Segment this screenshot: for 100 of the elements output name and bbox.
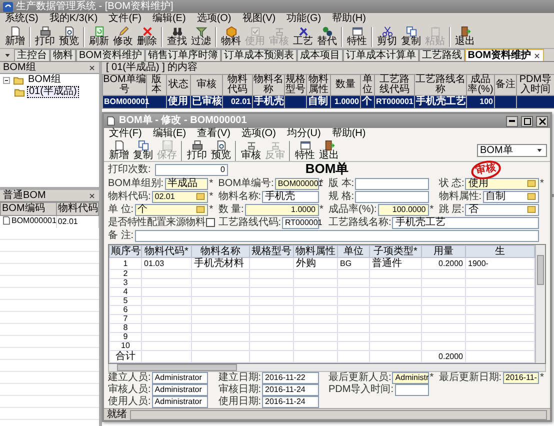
column-header[interactable]: 子项类型* xyxy=(370,246,422,258)
text-field[interactable]: 2016-11-24 xyxy=(262,384,318,396)
text-field[interactable]: Administr xyxy=(392,372,429,384)
toolbar-button[interactable]: 新增 xyxy=(107,140,131,161)
toolbar-button[interactable]: 预览 xyxy=(57,26,81,47)
column-header[interactable]: 状态 xyxy=(166,74,190,96)
text-field[interactable]: 2016-11-22 xyxy=(262,372,318,384)
text-field[interactable]: 手机壳工艺 xyxy=(392,216,539,228)
text-field[interactable] xyxy=(355,178,429,190)
column-header[interactable]: 审核 xyxy=(190,74,222,96)
menu-item[interactable]: 视图(V) xyxy=(241,13,277,25)
tab[interactable]: 物料 xyxy=(50,49,76,61)
menu-item[interactable]: 均分(U) xyxy=(286,128,322,140)
text-field[interactable]: 2016-11- xyxy=(502,372,539,384)
column-header[interactable]: 单位 xyxy=(360,74,374,96)
text-field[interactable] xyxy=(134,230,539,242)
menu-item[interactable]: 编辑(E) xyxy=(151,13,187,25)
maximize-button[interactable] xyxy=(521,116,533,126)
toolbar-button[interactable]: 替代 xyxy=(315,26,339,47)
toolbar-button[interactable]: 刷新 xyxy=(87,26,111,47)
toolbar-button[interactable]: 打印 xyxy=(33,26,57,47)
column-header[interactable]: 物料代码* xyxy=(142,246,192,258)
horizontal-scrollbar[interactable] xyxy=(108,364,546,372)
menu-item[interactable]: 我的K/3(K) xyxy=(48,13,99,25)
view-select[interactable]: BOM单 xyxy=(477,144,547,157)
toolbar-button[interactable]: 过滤 xyxy=(189,26,213,47)
number-field[interactable]: 100.0000 xyxy=(378,204,429,216)
column-header[interactable]: 物料属性 xyxy=(306,74,330,96)
toolbar-button[interactable]: 退出 xyxy=(317,140,341,161)
tab[interactable]: 主控台 xyxy=(14,49,50,61)
column-header[interactable]: 物料代码 xyxy=(222,74,252,96)
toolbar-button[interactable]: 新增 xyxy=(3,26,27,47)
menu-item[interactable]: 系统(S) xyxy=(4,13,40,25)
text-field[interactable]: Administrator xyxy=(152,384,208,396)
toolbar-button[interactable]: 剪切 xyxy=(375,26,399,47)
toolbar-button[interactable]: 退出 xyxy=(453,26,477,47)
column-header[interactable]: 规格型号 xyxy=(284,74,306,96)
tab[interactable]: 订单成本计算单 xyxy=(342,49,419,61)
tab[interactable]: BOM资料维护 xyxy=(464,49,544,61)
column-header[interactable]: 物料代码 xyxy=(56,202,98,215)
close-icon[interactable] xyxy=(88,64,96,72)
column-header[interactable]: 成品率(%) xyxy=(466,74,494,96)
column-header[interactable]: 物料属性 xyxy=(294,246,338,258)
text-field[interactable]: Administrator xyxy=(152,396,208,408)
toolbar-button[interactable]: 打印 xyxy=(185,140,209,161)
lookup-field[interactable]: 否 xyxy=(465,204,539,216)
text-field[interactable] xyxy=(355,190,429,202)
tab[interactable]: BOM资料维护 xyxy=(76,49,145,61)
toolbar-button[interactable]: 复制 xyxy=(131,140,155,161)
lookup-field[interactable]: 个 xyxy=(134,204,208,216)
column-header[interactable]: 数量 xyxy=(330,74,360,96)
column-header[interactable]: BOM单编号 xyxy=(102,74,146,96)
toolbar-button[interactable]: 预览 xyxy=(209,140,233,161)
toolbar-button[interactable]: 审核 xyxy=(239,140,263,161)
column-header[interactable]: 顺序号 xyxy=(110,246,142,258)
toolbar-button[interactable]: 特性 xyxy=(345,26,369,47)
menu-item[interactable]: 帮助(H) xyxy=(331,13,367,25)
tab[interactable]: 销售订单序时簿 xyxy=(144,49,221,61)
number-field[interactable]: 1.0000 xyxy=(244,204,318,216)
vertical-scrollbar[interactable] xyxy=(535,245,545,363)
toolbar-button[interactable]: 修改 xyxy=(111,26,135,47)
column-header[interactable]: BOM编码 xyxy=(0,202,56,215)
close-icon[interactable] xyxy=(88,192,96,200)
column-header[interactable]: 物料名称 xyxy=(192,246,250,258)
toolbar-button[interactable]: 删除 xyxy=(135,26,159,47)
menu-item[interactable]: 编辑(E) xyxy=(152,128,188,140)
minimize-button[interactable] xyxy=(506,116,518,126)
tab[interactable]: 工艺路线 xyxy=(418,49,465,61)
menu-item[interactable]: 查看(V) xyxy=(196,128,232,140)
toolbar-button[interactable]: 复制 xyxy=(399,26,423,47)
column-header[interactable]: 版本 xyxy=(146,74,166,96)
column-header[interactable]: 工艺路线名称 xyxy=(414,74,466,96)
tab[interactable]: 成本项目 xyxy=(296,49,343,61)
toolbar-button[interactable]: 物料 xyxy=(219,26,243,47)
column-header[interactable]: 规格型号 xyxy=(250,246,294,258)
column-header[interactable]: 物料名称 xyxy=(252,74,284,96)
text-field[interactable] xyxy=(394,384,429,396)
menu-item[interactable]: 文件(F) xyxy=(108,128,143,140)
column-header[interactable]: 生 xyxy=(466,246,535,258)
column-header[interactable]: 工艺路线代码 xyxy=(374,74,414,96)
column-header[interactable]: 单位 xyxy=(338,246,370,258)
toolbar-button[interactable]: 工艺 xyxy=(291,26,315,47)
collapse-icon[interactable] xyxy=(2,76,11,84)
menu-item[interactable]: 文件(F) xyxy=(108,13,142,25)
close-button[interactable] xyxy=(536,116,548,126)
text-field[interactable]: 2016-11-24 xyxy=(262,396,318,408)
lookup-field[interactable]: 自制 xyxy=(482,190,539,202)
tab[interactable]: 订单成本预测表 xyxy=(220,49,297,61)
text-field[interactable]: 半成品 xyxy=(164,178,208,190)
column-header[interactable]: PDM导入时间 xyxy=(516,74,554,96)
menu-item[interactable]: 选项(O) xyxy=(196,13,232,25)
checkbox[interactable] xyxy=(206,218,216,227)
toolbar-button[interactable]: 查找 xyxy=(165,26,189,47)
column-header[interactable]: 用量 xyxy=(422,246,466,258)
menu-item[interactable]: 帮助(H) xyxy=(330,128,367,140)
menu-item[interactable]: 功能(G) xyxy=(286,13,322,25)
text-field[interactable]: 手机壳 xyxy=(262,190,318,202)
lookup-field[interactable]: 02.01 xyxy=(152,190,208,202)
number-field[interactable]: 0 xyxy=(154,164,228,176)
text-field[interactable]: Administrator xyxy=(152,372,208,384)
